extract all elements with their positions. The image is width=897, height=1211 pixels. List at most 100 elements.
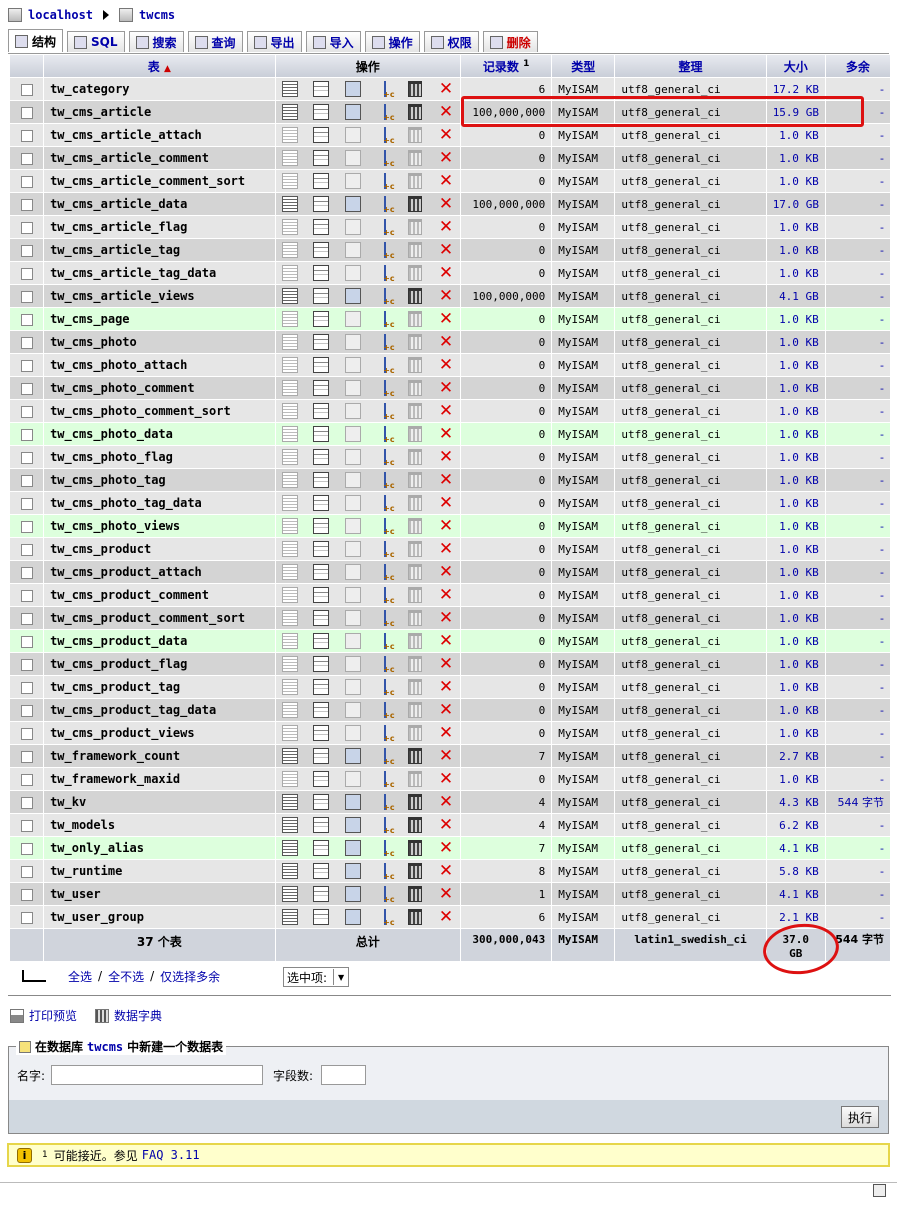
- table-size[interactable]: 1.0 KB: [766, 538, 825, 560]
- insert-icon[interactable]: [376, 380, 395, 398]
- tab-structure[interactable]: 结构: [8, 29, 64, 52]
- table-size[interactable]: 1.0 KB: [766, 722, 825, 744]
- browse-icon[interactable]: [281, 311, 298, 327]
- row-checkbox[interactable]: [20, 543, 33, 556]
- drop-icon[interactable]: ✕: [438, 242, 454, 259]
- structure-icon[interactable]: [313, 794, 330, 810]
- drop-icon[interactable]: ✕: [438, 794, 454, 811]
- table-name[interactable]: tw_cms_product_tag_data: [44, 699, 275, 721]
- search-icon[interactable]: [344, 219, 361, 235]
- tab-import[interactable]: 导入: [305, 31, 361, 52]
- structure-icon[interactable]: [313, 518, 330, 534]
- empty-table-icon[interactable]: [408, 449, 423, 465]
- structure-icon[interactable]: [313, 242, 330, 258]
- structure-icon[interactable]: [313, 495, 330, 511]
- row-checkbox[interactable]: [20, 267, 33, 280]
- table-name[interactable]: tw_cms_article_tag: [44, 239, 275, 261]
- browse-icon[interactable]: [281, 334, 298, 350]
- drop-icon[interactable]: ✕: [438, 127, 454, 144]
- structure-icon[interactable]: [313, 472, 330, 488]
- browse-icon[interactable]: [281, 886, 298, 902]
- search-icon[interactable]: [344, 81, 361, 97]
- header-collation-col[interactable]: 整理: [615, 55, 766, 77]
- empty-table-icon[interactable]: [408, 311, 423, 327]
- structure-icon[interactable]: [313, 426, 330, 442]
- insert-icon[interactable]: [376, 81, 395, 99]
- empty-table-icon[interactable]: [408, 242, 423, 258]
- header-type-col[interactable]: 类型: [552, 55, 615, 77]
- structure-icon[interactable]: [313, 127, 330, 143]
- tab-operations[interactable]: 操作: [364, 31, 420, 52]
- tab-export[interactable]: 导出: [246, 31, 302, 52]
- insert-icon[interactable]: [376, 265, 395, 283]
- insert-icon[interactable]: [376, 840, 395, 858]
- empty-table-icon[interactable]: [408, 863, 423, 879]
- empty-table-icon[interactable]: [408, 679, 423, 695]
- browse-icon[interactable]: [281, 840, 298, 856]
- go-button[interactable]: 执行: [840, 1106, 879, 1128]
- empty-table-icon[interactable]: [408, 817, 423, 833]
- row-checkbox[interactable]: [20, 359, 33, 372]
- row-checkbox[interactable]: [20, 428, 33, 441]
- browse-icon[interactable]: [281, 81, 298, 97]
- row-checkbox[interactable]: [20, 796, 33, 809]
- browse-icon[interactable]: [281, 633, 298, 649]
- table-size[interactable]: 1.0 KB: [766, 469, 825, 491]
- row-checkbox[interactable]: [20, 911, 33, 924]
- empty-table-icon[interactable]: [408, 104, 423, 120]
- table-size[interactable]: 4.1 KB: [766, 837, 825, 859]
- empty-table-icon[interactable]: [408, 633, 423, 649]
- structure-icon[interactable]: [313, 863, 330, 879]
- table-name[interactable]: tw_cms_photo_comment_sort: [44, 400, 275, 422]
- search-icon[interactable]: [344, 863, 361, 879]
- table-name[interactable]: tw_cms_article: [44, 101, 275, 123]
- empty-table-icon[interactable]: [408, 771, 423, 787]
- row-checkbox[interactable]: [20, 336, 33, 349]
- table-size[interactable]: 1.0 KB: [766, 515, 825, 537]
- browse-icon[interactable]: [281, 909, 298, 925]
- browse-icon[interactable]: [281, 817, 298, 833]
- table-size[interactable]: 1.0 KB: [766, 676, 825, 698]
- row-checkbox[interactable]: [20, 520, 33, 533]
- table-name[interactable]: tw_kv: [44, 791, 275, 813]
- empty-table-icon[interactable]: [408, 426, 423, 442]
- empty-table-icon[interactable]: [408, 403, 423, 419]
- empty-table-icon[interactable]: [408, 196, 423, 212]
- insert-icon[interactable]: [376, 633, 395, 651]
- search-icon[interactable]: [344, 426, 361, 442]
- row-checkbox[interactable]: [20, 83, 33, 96]
- row-checkbox[interactable]: [20, 589, 33, 602]
- row-checkbox[interactable]: [20, 750, 33, 763]
- structure-icon[interactable]: [313, 587, 330, 603]
- insert-icon[interactable]: [376, 288, 395, 306]
- row-checkbox[interactable]: [20, 819, 33, 832]
- row-checkbox[interactable]: [20, 865, 33, 878]
- search-icon[interactable]: [344, 610, 361, 626]
- browse-icon[interactable]: [281, 610, 298, 626]
- table-name[interactable]: tw_cms_article_flag: [44, 216, 275, 238]
- drop-icon[interactable]: ✕: [438, 472, 454, 489]
- structure-icon[interactable]: [313, 288, 330, 304]
- header-size-col[interactable]: 大小: [766, 55, 825, 77]
- empty-table-icon[interactable]: [408, 150, 423, 166]
- empty-table-icon[interactable]: [408, 173, 423, 189]
- browse-icon[interactable]: [281, 725, 298, 741]
- table-size[interactable]: 1.0 KB: [766, 768, 825, 790]
- browse-icon[interactable]: [281, 587, 298, 603]
- table-name[interactable]: tw_cms_article_data: [44, 193, 275, 215]
- structure-icon[interactable]: [313, 725, 330, 741]
- breadcrumb-server-link[interactable]: localhost: [28, 8, 93, 22]
- structure-icon[interactable]: [313, 265, 330, 281]
- table-name[interactable]: tw_user_group: [44, 906, 275, 928]
- empty-table-icon[interactable]: [408, 587, 423, 603]
- search-icon[interactable]: [344, 173, 361, 189]
- row-checkbox[interactable]: [20, 773, 33, 786]
- structure-icon[interactable]: [313, 403, 330, 419]
- table-size[interactable]: 1.0 KB: [766, 147, 825, 169]
- table-name[interactable]: tw_cms_product_comment: [44, 584, 275, 606]
- insert-icon[interactable]: [376, 702, 395, 720]
- search-icon[interactable]: [344, 495, 361, 511]
- structure-icon[interactable]: [313, 656, 330, 672]
- empty-table-icon[interactable]: [408, 794, 423, 810]
- search-icon[interactable]: [344, 518, 361, 534]
